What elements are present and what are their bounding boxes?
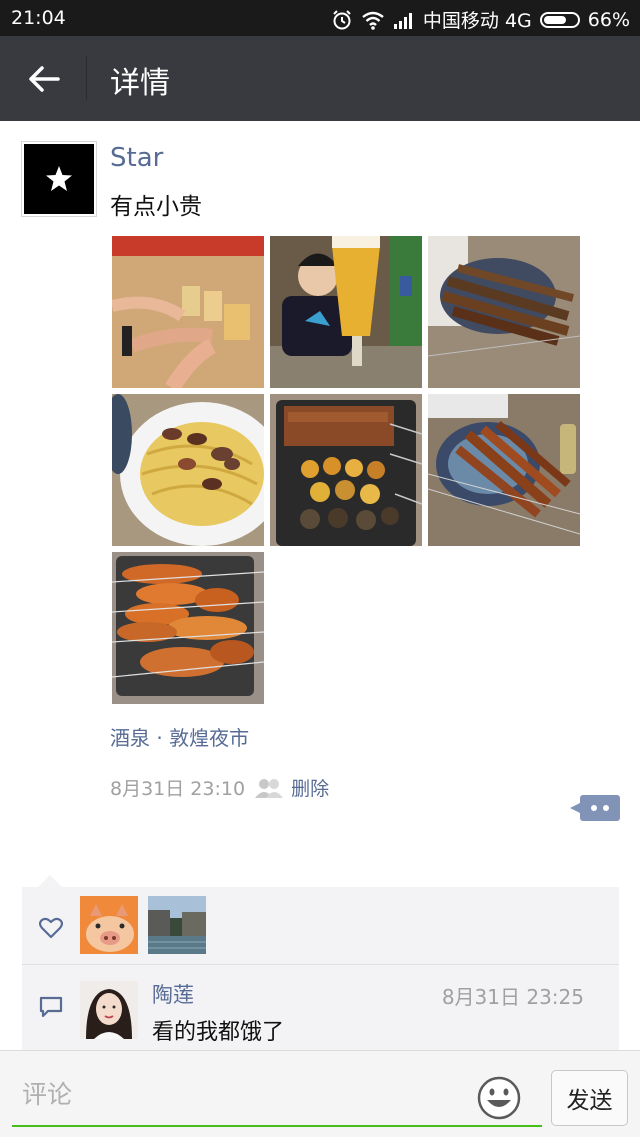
post-text: 有点小贵 — [110, 194, 202, 220]
send-button[interactable]: 发送 — [551, 1070, 628, 1126]
heart-icon — [38, 917, 64, 943]
friends-icon — [255, 778, 284, 798]
more-actions-button[interactable] — [570, 795, 620, 821]
delete-button[interactable]: 删除 — [291, 774, 329, 801]
arrow-left-icon — [29, 66, 60, 92]
commenter-avatar[interactable] — [80, 981, 138, 1039]
input-underline — [12, 1125, 542, 1127]
star-icon — [46, 166, 72, 191]
man-with-beer-photo[interactable] — [270, 236, 422, 388]
comment-time: 8月31日 23:25 — [441, 985, 584, 1009]
noodles-photo[interactable] — [112, 394, 264, 546]
interaction-panel: 陶莲 8月31日 23:25 看的我都饿了 — [22, 875, 619, 1057]
wifi-icon — [361, 10, 385, 30]
comment-item: 陶莲 8月31日 23:25 看的我都饿了 — [22, 965, 619, 1057]
alarm-icon — [331, 9, 353, 31]
battery-percent: 66% — [587, 8, 630, 31]
battery-icon — [539, 11, 580, 28]
signal-icon — [393, 11, 415, 29]
comment-text: 看的我都饿了 — [152, 1020, 285, 1045]
grill-tray-photo[interactable] — [270, 394, 422, 546]
header-divider — [86, 56, 87, 100]
author-name[interactable]: Star — [110, 143, 163, 173]
toast-beer-photo[interactable] — [112, 236, 264, 388]
smiley-icon — [477, 1076, 521, 1120]
like-avatar-pig[interactable] — [80, 896, 138, 954]
dot-icon — [603, 805, 609, 811]
carrier-label: 中国移动 4G — [422, 10, 532, 32]
commenter-name[interactable]: 陶莲 — [152, 979, 194, 1009]
comment-bar: 发送 — [0, 1050, 640, 1137]
post-time: 8月31日 23:10 — [110, 778, 246, 800]
comment-input[interactable] — [22, 1069, 462, 1119]
page-title: 详情 — [110, 66, 170, 101]
post-meta: 8月31日 23:10 删除 — [110, 774, 329, 801]
status-icons: 中国移动 4G 66% — [331, 6, 630, 33]
dot-icon — [591, 805, 597, 811]
back-button[interactable] — [14, 54, 74, 104]
emoji-button[interactable] — [477, 1076, 521, 1120]
status-time: 21:04 — [11, 7, 66, 29]
chicken-wings-photo[interactable] — [112, 552, 264, 704]
header-bar: 详情 — [0, 36, 640, 121]
lamb-skewers-photo[interactable] — [428, 394, 580, 546]
likes-row — [22, 887, 619, 965]
author-avatar[interactable] — [21, 141, 97, 217]
like-avatar-canal[interactable] — [148, 896, 206, 954]
comment-icon — [39, 996, 63, 1022]
status-bar: 21:04 中国移动 4G 66% — [0, 0, 640, 36]
post-location[interactable]: 酒泉 · 敦煌夜市 — [110, 722, 249, 751]
skewers-plate-photo[interactable] — [428, 236, 580, 388]
